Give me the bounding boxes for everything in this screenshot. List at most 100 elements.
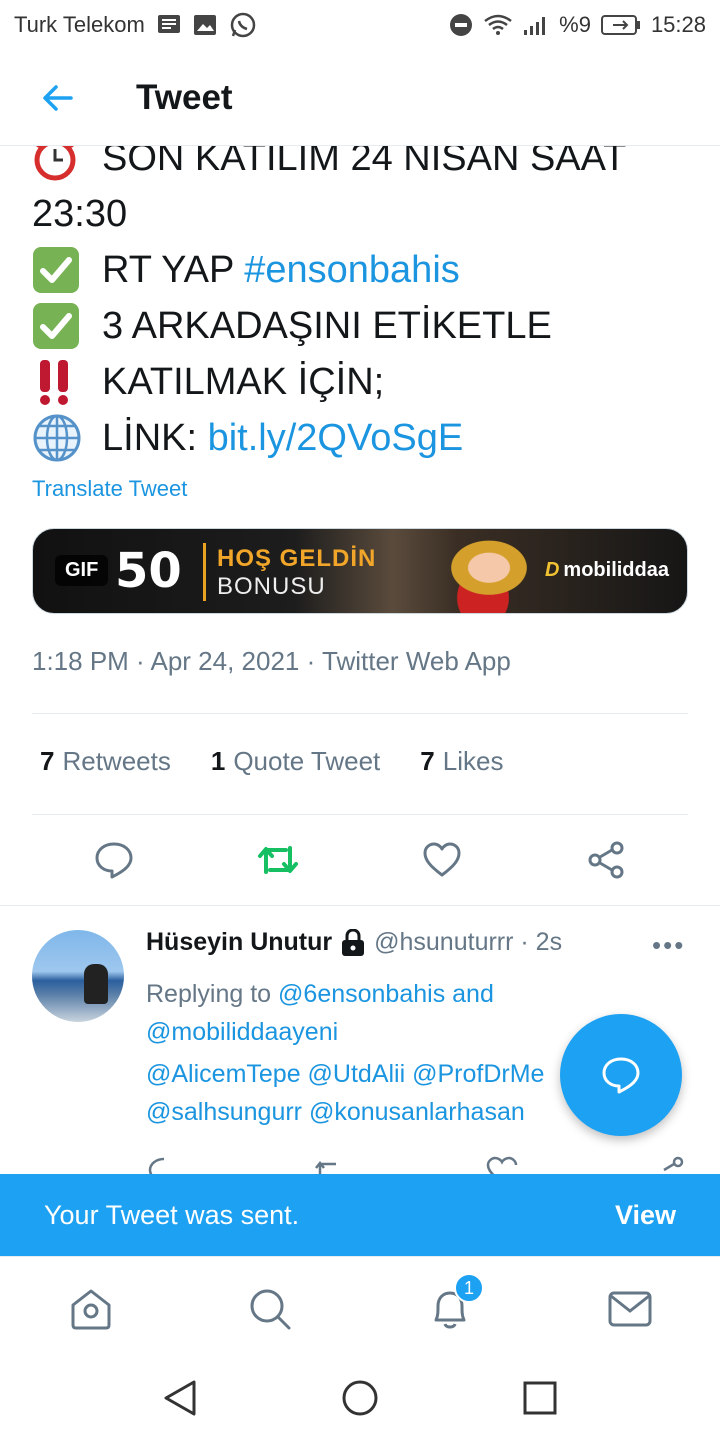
brand-d-icon: D [544,559,560,581]
reply-author-name[interactable]: Hüseyin Unutur [146,928,332,957]
gif-headline: HOŞ GELDİN [217,545,377,572]
system-recents-button[interactable] [520,1378,560,1418]
gif-brand-text: mobiliddaa [563,559,669,581]
retweet-button[interactable] [256,838,300,882]
gallery-icon [193,14,217,36]
tweet-line: 23:30 [32,186,692,242]
divider [32,814,688,815]
divider [32,713,688,714]
toast-view-button[interactable]: View [615,1200,676,1231]
short-url-link[interactable]: bit.ly/2QVoSgE [208,410,464,466]
share-icon [588,841,624,879]
gif-model-image [423,529,543,613]
tweet-line-text: 3 ARKADAŞINI ETİKETLE [102,305,552,347]
reply-bubble-icon [602,1057,640,1094]
system-back-button[interactable] [160,1378,200,1418]
reply-icon [95,842,133,879]
reply-icon[interactable] [148,1156,180,1176]
bottom-navigation: 1 [0,1256,720,1356]
avatar-person [84,964,108,1004]
clock: 15:28 [650,12,706,37]
reply-button[interactable] [92,838,136,882]
nav-messages[interactable] [606,1285,654,1333]
quotes-label: Quote Tweet [233,746,381,776]
quotes-stat[interactable]: 1 Quote Tweet [211,746,380,777]
tweet-line: LİNK: bit.ly/2QVoSgE [32,410,692,466]
tweet-line-text: KATILMAK İÇİN; [102,361,385,403]
tweet-line: KATILMAK İÇİN; [32,354,692,410]
replying-and: and [445,980,494,1008]
likes-count: 7 [420,746,435,776]
tweet-timestamp: 1:18 PM · Apr 24, 2021 · Twitter Web App [32,646,511,676]
share-button[interactable] [584,838,628,882]
reply-handle-time: @hsunuturrr · 2s [374,928,563,956]
globe-icon [32,413,88,463]
tweet-text: SON KATILIM 24 NİSAN SAAT 23:30 RT YAP #… [32,130,692,466]
system-navigation-bar [0,1356,720,1440]
reply-actions [0,1156,720,1176]
retweet-icon [258,846,298,874]
hashtag-link[interactable]: #ensonbahis [244,242,460,298]
gif-media[interactable]: GIF 50 HOŞ GELDİN BONUSU D mobiliddaa [32,528,688,614]
lock-icon [340,928,366,957]
do-not-disturb-icon [449,13,473,37]
app-header: Tweet [0,50,720,146]
mention-link[interactable]: @6ensonbahis [278,980,445,1008]
triangle-back-icon [164,1380,196,1416]
heart-icon[interactable] [486,1156,518,1176]
compose-reply-button[interactable] [560,1014,682,1136]
tweet-actions [0,830,720,890]
toast-snackbar: Your Tweet was sent. View [0,1174,720,1256]
arrow-left-icon [43,84,73,111]
message-icon [157,14,181,36]
battery-icon [600,14,641,36]
wifi-icon [483,13,513,37]
back-button[interactable] [26,66,90,130]
battery-percent: %9 [559,12,591,37]
toast-message: Your Tweet was sent. [44,1199,300,1230]
status-bar: Turk Telekom %9 15:28 [0,0,720,50]
signal-icon [523,14,549,36]
reply-header: Hüseyin Unutur @hsunuturrr · 2s [146,928,562,957]
mail-icon [608,1291,652,1327]
gif-divider [203,543,206,601]
replying-prefix: Replying to [146,980,279,1008]
system-home-button[interactable] [340,1378,380,1418]
nav-notifications[interactable]: 1 [426,1273,484,1333]
gif-subline: BONUSU [217,573,326,600]
carrier-label: Turk Telekom [14,12,145,37]
retweets-stat[interactable]: 7 Retweets [40,746,171,777]
circle-home-icon [342,1380,378,1416]
search-icon [250,1289,291,1330]
like-button[interactable] [420,838,464,882]
avatar[interactable] [32,930,124,1022]
tweet-line-text: RT YAP [102,249,245,291]
retweets-count: 7 [40,746,55,776]
mention-link[interactable]: @mobiliddaayeni [146,1018,338,1046]
square-recents-icon [523,1381,557,1415]
check-mark-icon [32,245,88,295]
retweets-label: Retweets [62,746,171,776]
nav-search[interactable] [246,1285,294,1333]
page-title: Tweet [136,77,233,117]
gif-badge: GIF [55,555,109,586]
nav-home[interactable] [67,1285,115,1333]
heart-icon [423,842,461,877]
whatsapp-icon [229,11,257,39]
home-icon [71,1289,111,1330]
check-mark-icon [32,301,88,351]
tweet-line: 3 ARKADAŞINI ETİKETLE [32,298,692,354]
quotes-count: 1 [210,746,226,776]
likes-stat[interactable]: 7 Likes [420,746,503,777]
tweet-line: RT YAP #ensonbahis [32,242,692,298]
retweet-icon[interactable] [314,1156,346,1176]
tweet-line-text: LİNK: [102,417,208,459]
double-exclamation-icon [32,357,88,407]
more-options-icon[interactable]: ••• [652,930,685,961]
share-icon[interactable] [654,1156,686,1176]
divider [0,905,720,906]
notification-badge: 1 [454,1273,484,1303]
translate-tweet-link[interactable]: Translate Tweet [32,476,187,502]
tweet-line-text: 23:30 [32,193,128,235]
likes-label: Likes [442,746,504,776]
